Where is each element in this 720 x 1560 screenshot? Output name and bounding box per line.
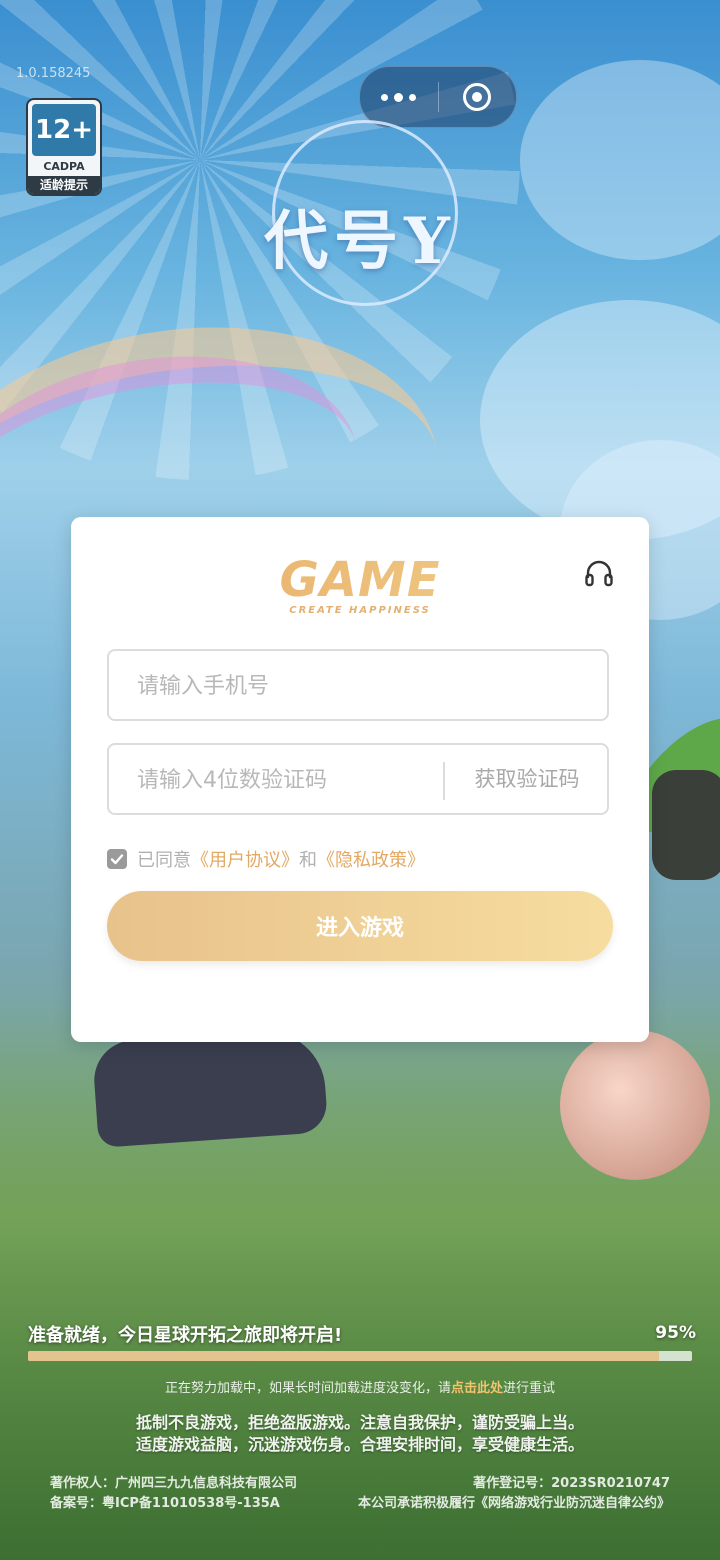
game-title-logo: 代号Y xyxy=(160,110,560,330)
age-rating-badge: 12+ CADPA 适龄提示 xyxy=(26,98,102,196)
retry-hint: 正在努力加载中，如果长时间加载进度没变化，请点击此处进行重试 xyxy=(0,1377,720,1396)
health-notice-line2: 适度游戏益脑，沉迷游戏伤身。合理安排时间，享受健康生活。 xyxy=(135,1435,584,1454)
character-fist xyxy=(652,770,720,880)
login-card: GAME CREATE HAPPINESS 获取验证码 已同意 《用户协议》 和… xyxy=(71,517,649,1042)
loading-message: 准备就绪，今日星球开拓之旅即将开启! xyxy=(28,1325,343,1346)
headset-icon[interactable] xyxy=(583,557,615,589)
code-field: 获取验证码 xyxy=(107,743,609,815)
loading-percent: 95% xyxy=(655,1323,696,1343)
character-pumpkin xyxy=(560,1030,710,1180)
checkmark-icon xyxy=(110,854,124,865)
health-notice: 抵制不良游戏，拒绝盗版游戏。注意自我保护，谨防受骗上当。 适度游戏益脑，沉迷游戏… xyxy=(0,1412,720,1456)
loading-progress-fill xyxy=(28,1351,659,1361)
icp-record: 备案号：粤ICP备11010538号-135A xyxy=(50,1496,280,1511)
health-notice-line1: 抵制不良游戏，拒绝盗版游戏。注意自我保护，谨防受骗上当。 xyxy=(135,1413,584,1432)
logo-text: 代号Y xyxy=(264,204,456,279)
loading-progress-bar xyxy=(28,1351,692,1361)
footer-row-1: 著作权人：广州四三九九信息科技有限公司 著作登记号：2023SR0210747 xyxy=(50,1472,670,1491)
version-label: 1.0.158245 xyxy=(16,66,91,81)
age-rating-org: CADPA xyxy=(43,160,85,173)
footer-row-2: 备案号：粤ICP备11010538号-135A 本公司承诺积极履行《网络游戏行业… xyxy=(50,1492,670,1511)
copyright-owner: 著作权人：广州四三九九信息科技有限公司 xyxy=(50,1476,298,1491)
agreement-checkbox[interactable] xyxy=(107,849,127,869)
agreement-prefix: 已同意 xyxy=(137,850,191,871)
user-agreement-link[interactable]: 《用户协议》 xyxy=(191,846,299,872)
character-boot xyxy=(91,1027,329,1148)
retry-link[interactable]: 点击此处 xyxy=(451,1381,503,1396)
verification-code-input[interactable] xyxy=(135,745,429,815)
enter-game-button[interactable]: 进入游戏 xyxy=(107,891,613,961)
get-code-button[interactable]: 获取验证码 xyxy=(445,745,609,813)
phone-field xyxy=(107,649,609,721)
retry-suffix: 进行重试 xyxy=(503,1381,556,1396)
age-rating-number: 12+ xyxy=(32,104,96,156)
retry-prefix: 正在努力加载中，如果长时间加载进度没变化，请 xyxy=(164,1381,451,1396)
copyright-registration: 著作登记号：2023SR0210747 xyxy=(473,1476,670,1491)
anti-addiction-pledge: 本公司承诺积极履行《网络游戏行业防沉迷自律公约》 xyxy=(357,1496,670,1511)
phone-input[interactable] xyxy=(135,651,589,721)
agreement-row: 已同意 《用户协议》 和 《隐私政策》 xyxy=(107,847,425,871)
privacy-policy-link[interactable]: 《隐私政策》 xyxy=(317,846,425,872)
brand-subtitle: CREATE HAPPINESS xyxy=(289,605,431,616)
brand-logo: GAME CREATE HAPPINESS xyxy=(71,553,649,616)
agreement-and: 和 xyxy=(299,850,317,871)
brand-title: GAME xyxy=(71,553,649,607)
age-rating-tip: 适龄提示 xyxy=(28,176,100,194)
